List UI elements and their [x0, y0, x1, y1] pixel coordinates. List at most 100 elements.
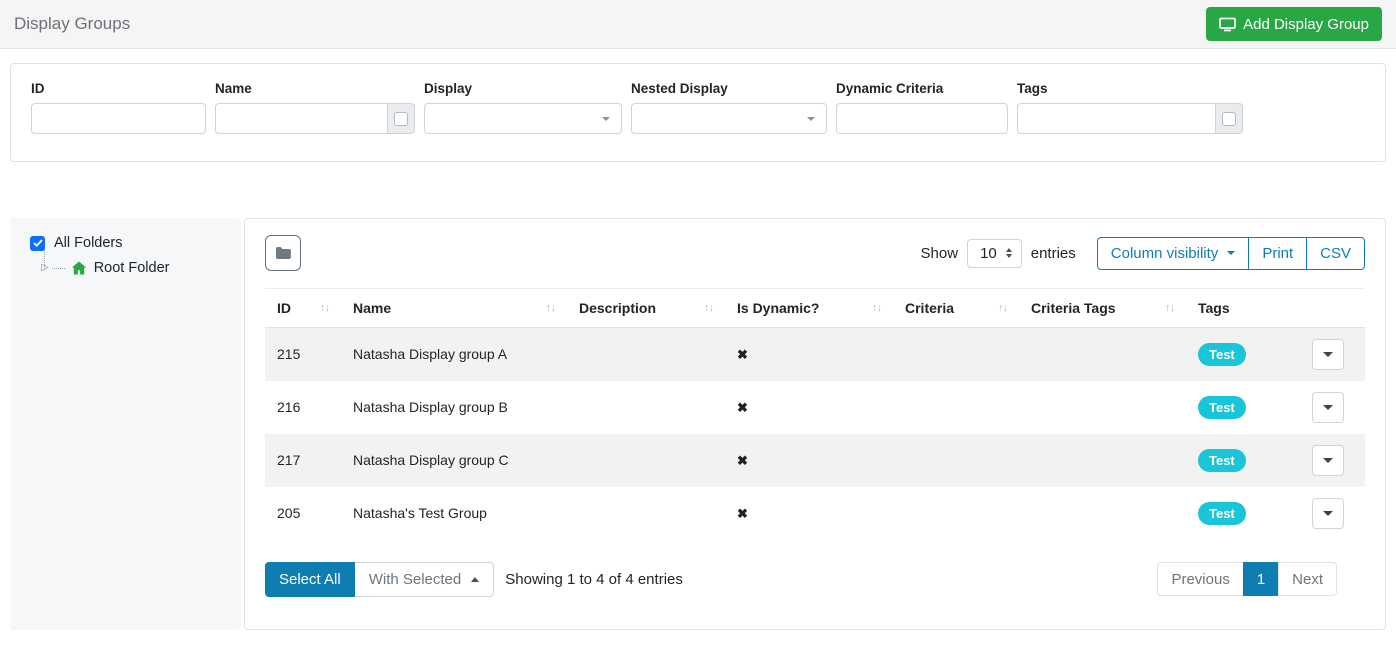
root-folder-label: Root Folder	[93, 260, 170, 276]
chevron-down-icon	[807, 116, 815, 121]
tags-filter-input[interactable]	[1017, 103, 1216, 134]
chevron-down-icon	[1323, 510, 1333, 516]
row-menu-button[interactable]	[1312, 338, 1344, 370]
name-filter-addon	[388, 103, 415, 134]
chevron-up-icon	[471, 576, 480, 582]
page-length-value: 10	[980, 244, 997, 262]
sort-icon: ↑↓	[1165, 302, 1175, 314]
cell-name: Natasha Display group A	[353, 346, 508, 363]
tree-node-root-folder[interactable]: ▷ Root Folder	[41, 249, 241, 276]
tag-badge: Test	[1198, 395, 1246, 419]
column-visibility-button[interactable]: Column visibility	[1096, 236, 1250, 270]
select-all-button[interactable]: Select All	[265, 561, 355, 597]
column-header-is-dynamic[interactable]: Is Dynamic? ↑↓	[725, 288, 893, 328]
cell-id: 216	[277, 399, 301, 415]
name-filter-input[interactable]	[215, 103, 388, 134]
page-title: Display Groups	[14, 14, 131, 33]
display-filter-select[interactable]	[424, 103, 622, 134]
filter-field-nested-display: Nested Display	[631, 81, 827, 134]
pagination-page-1-button[interactable]: 1	[1242, 562, 1280, 596]
sort-icon: ↑↓	[546, 302, 556, 314]
folder-icon	[275, 246, 292, 260]
cell-name: Natasha Display group B	[353, 399, 508, 415]
cell-criteria-tags	[1019, 328, 1186, 381]
folder-tree-toggle-button[interactable]	[265, 235, 301, 271]
column-header-tags[interactable]: Tags	[1186, 288, 1300, 328]
dynamic-criteria-filter-label: Dynamic Criteria	[836, 81, 944, 96]
display-groups-card: Show 10 entries Column visibility Print	[244, 218, 1386, 630]
cell-criteria	[893, 434, 1019, 487]
name-filter-label: Name	[215, 81, 252, 96]
tree-connector	[44, 249, 45, 269]
sort-icon: ↑↓	[872, 302, 882, 314]
times-icon: ✖	[737, 505, 748, 521]
column-header-name[interactable]: Name ↑↓	[341, 288, 567, 328]
page-length-select[interactable]: 10	[967, 238, 1022, 268]
filter-field-dynamic-criteria: Dynamic Criteria	[836, 81, 1008, 134]
all-folders-label: All Folders	[54, 235, 123, 251]
table-header-row: ID ↑↓ Name ↑↓ Description ↑↓ Is Dynamic? ↑↓ …	[265, 288, 1365, 328]
filter-field-id: ID	[31, 81, 206, 134]
cell-id: 215	[277, 346, 301, 363]
tags-filter-label: Tags	[1017, 81, 1048, 96]
pagination-next-button[interactable]: Next	[1278, 562, 1337, 596]
all-folders-row: All Folders	[30, 235, 241, 251]
display-monitor-icon	[1219, 17, 1236, 32]
id-filter-input[interactable]	[31, 103, 206, 134]
add-display-group-button[interactable]: Add Display Group	[1206, 7, 1382, 41]
chevron-down-icon	[1323, 404, 1333, 410]
table-row: 205 Natasha's Test Group ✖ Test	[265, 487, 1365, 540]
cell-description	[567, 381, 725, 434]
times-icon: ✖	[737, 452, 748, 468]
nested-display-filter-select[interactable]	[631, 103, 827, 134]
sort-icon: ↑↓	[320, 302, 330, 314]
filter-field-display: Display	[424, 81, 622, 134]
all-folders-checkbox[interactable]	[30, 235, 45, 251]
cell-criteria-tags	[1019, 434, 1186, 487]
column-header-id[interactable]: ID ↑↓	[265, 288, 341, 328]
sort-icon: ↑↓	[998, 302, 1008, 314]
folder-sidebar: All Folders ▷ Root Folder	[10, 218, 241, 630]
tag-badge: Test	[1198, 501, 1246, 525]
cell-description	[567, 434, 725, 487]
with-selected-button[interactable]: With Selected	[354, 561, 495, 597]
name-exact-match-checkbox[interactable]	[394, 111, 408, 126]
row-menu-button[interactable]	[1312, 497, 1344, 529]
sort-icon: ↑↓	[704, 302, 714, 314]
filter-field-name: Name	[215, 81, 415, 134]
display-filter-label: Display	[424, 81, 473, 96]
cell-criteria	[893, 328, 1019, 381]
cell-description	[567, 328, 725, 381]
show-label: Show	[920, 244, 959, 262]
filter-field-tags: Tags	[1017, 81, 1243, 134]
column-header-criteria[interactable]: Criteria ↑↓	[893, 288, 1019, 328]
tag-badge: Test	[1198, 448, 1246, 472]
table-controls: Show 10 entries Column visibility Print	[920, 236, 1365, 270]
table-row: 216 Natasha Display group B ✖ Test	[265, 381, 1365, 434]
chevron-down-icon	[1323, 351, 1333, 357]
id-filter-label: ID	[31, 81, 45, 96]
csv-button[interactable]: CSV	[1306, 236, 1365, 270]
filter-bar: ID Name Display Nested Display Dynamic C…	[10, 63, 1386, 162]
column-header-criteria-tags[interactable]: Criteria Tags ↑↓	[1019, 288, 1186, 328]
row-menu-button[interactable]	[1312, 444, 1344, 476]
grid-toolbar: Show 10 entries Column visibility Print	[265, 235, 1365, 271]
row-menu-button[interactable]	[1312, 391, 1344, 423]
export-button-group: Column visibility Print CSV	[1096, 236, 1365, 270]
cell-description	[567, 487, 725, 540]
cell-name: Natasha Display group C	[353, 452, 509, 468]
pagination: Previous 1 Next	[1157, 562, 1337, 596]
add-display-group-label: Add Display Group	[1243, 15, 1369, 33]
table-footer: Select All With Selected Showing 1 to 4 …	[265, 561, 1365, 597]
tree-connector	[51, 267, 65, 269]
column-header-description[interactable]: Description ↑↓	[567, 288, 725, 328]
cell-criteria-tags	[1019, 487, 1186, 540]
print-button[interactable]: Print	[1248, 236, 1308, 270]
entries-label: entries	[1030, 244, 1076, 262]
tags-exact-match-checkbox[interactable]	[1222, 111, 1236, 126]
chevron-down-icon	[1323, 457, 1333, 463]
content-region: All Folders ▷ Root Folder Show 10 entrie…	[10, 218, 1386, 630]
display-groups-table: ID ↑↓ Name ↑↓ Description ↑↓ Is Dynamic? ↑↓ …	[265, 288, 1365, 540]
pagination-previous-button[interactable]: Previous	[1157, 562, 1244, 596]
dynamic-criteria-filter-input[interactable]	[836, 103, 1008, 134]
